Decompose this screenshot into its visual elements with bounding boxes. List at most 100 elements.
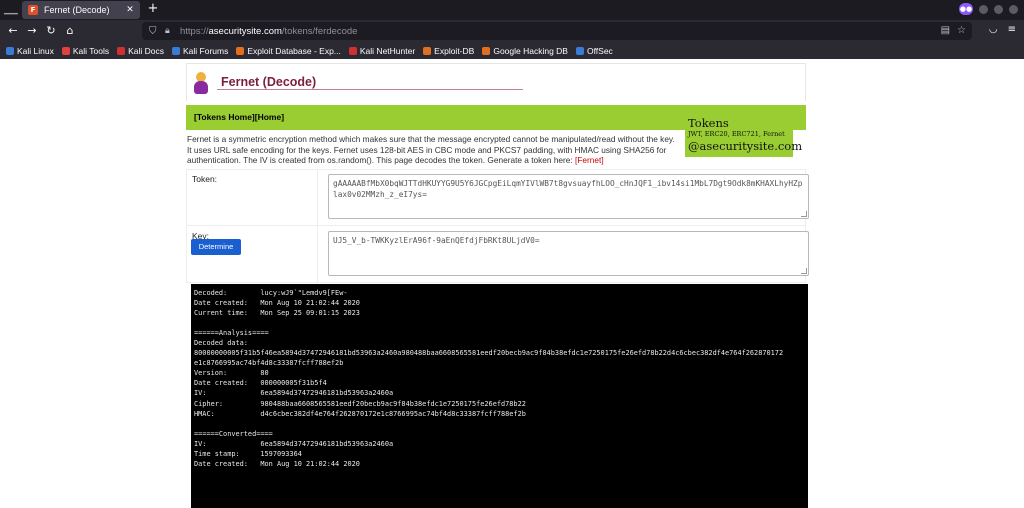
output-line: IV: 6ea5894d37472946181bd53963a2460a: [194, 389, 394, 398]
page-container: Fernet (Decode) [Tokens Home][Home] Toke…: [186, 63, 809, 508]
bookmark-label: Exploit Database - Exp...: [247, 45, 341, 56]
determine-button[interactable]: Determine: [191, 239, 241, 255]
bookmark-item[interactable]: Kali Forums: [172, 46, 228, 56]
tab-active[interactable]: F Fernet (Decode) ✕: [22, 1, 140, 19]
form-row-divider: [187, 225, 805, 226]
bookmark-item[interactable]: Google Hacking DB: [482, 46, 568, 56]
page-header: Fernet (Decode): [186, 63, 806, 101]
decode-form: Token: gAAAAABfMbX0bqWJTTdHKUYYG9U5Y6JGC…: [186, 169, 809, 283]
new-tab-icon[interactable]: +: [146, 2, 160, 16]
output-line: Time stamp: 1597093364: [194, 449, 302, 458]
bookmark-item[interactable]: Kali Docs: [117, 46, 164, 56]
bookmark-favicon-icon: [423, 46, 432, 55]
navigation-bar: ← → ↻ ⌂ ⛉ 🔒︎ https://asecuritysite.com/t…: [0, 20, 1024, 42]
title-underline: [217, 89, 523, 90]
resize-handle-icon[interactable]: [801, 211, 807, 217]
output-line: ======Analysis====: [194, 329, 269, 338]
bookmark-label: Kali Docs: [128, 45, 164, 56]
bookmark-item[interactable]: Exploit-DB: [423, 46, 474, 56]
bookmark-label: Exploit-DB: [434, 45, 475, 56]
output-panel: Decoded: lucy:wJ9`"Lemdv9[FEw- Date creat…: [191, 284, 808, 508]
fernet-link[interactable]: [Fernet]: [575, 155, 604, 165]
token-value: gAAAAABfMbX0bqWJTTdHKUYYG9U5Y6JGCpgEiLqm…: [333, 179, 803, 199]
bookmark-label: Kali Tools: [72, 45, 110, 56]
bookmark-favicon-icon: [6, 46, 14, 55]
window-controls: ●●: [959, 3, 1018, 15]
bookmark-item[interactable]: Exploit Database - Exp...: [236, 46, 341, 56]
bookmark-favicon-icon: [482, 46, 491, 55]
page-content: Fernet (Decode) [Tokens Home][Home] Toke…: [0, 59, 1024, 508]
bookmark-label: Kali NetHunter: [359, 45, 416, 56]
url-bar[interactable]: ⛉ 🔒︎ https://asecuritysite.com/tokens/fe…: [142, 22, 972, 40]
url-prefix: https://: [180, 25, 209, 37]
output-line: 80000000005f31b5f46ea5894d37472946181bd5…: [194, 349, 784, 358]
close-tab-icon[interactable]: ✕: [124, 5, 136, 15]
menu-icon[interactable]: ≡: [1008, 24, 1016, 35]
minimize-button[interactable]: [979, 4, 988, 14]
maximize-button[interactable]: [994, 4, 1003, 14]
output-line: ======Converted====: [194, 429, 273, 438]
tokens-badge[interactable]: Tokens JWT, ERC20, ERC721, Fernet @asecu…: [685, 115, 802, 157]
nav-links[interactable]: [Tokens Home][Home]: [194, 112, 284, 122]
token-label: Token:: [192, 174, 218, 184]
bookmark-favicon-icon: [61, 46, 70, 55]
tokens-badge-site: @asecuritysite.com: [688, 139, 803, 153]
forward-icon[interactable]: →: [25, 24, 39, 38]
bookmark-label: Google Hacking DB: [493, 45, 568, 56]
bookmark-label: Kali Forums: [183, 45, 229, 56]
key-textarea[interactable]: UJ5_V_b-TWKKyzlErA96f-9aEnQEfdjFbRKt8ULj…: [328, 231, 809, 276]
tab-bar: ▁▁ F Fernet (Decode) ✕ + ●●: [0, 0, 1024, 20]
bookmark-favicon-icon: [575, 46, 584, 55]
back-icon[interactable]: ←: [6, 24, 20, 38]
output-line: Decoded data:: [194, 339, 248, 348]
bookmark-item[interactable]: Kali Tools: [61, 45, 110, 56]
bookmark-label: OffSec: [586, 45, 613, 56]
form-column-divider: [317, 170, 318, 282]
bookmark-favicon-icon: [172, 46, 180, 55]
output-line: IV: 6ea5894d37472946181bd53963a2460a: [194, 439, 394, 448]
bookmark-star-icon[interactable]: ☆: [957, 25, 966, 36]
output-line: Cipher: 980488baa6608565581eedf20becb9ac…: [194, 399, 526, 408]
output-line: Date created: Mon Aug 10 21:02:44 2020: [194, 459, 360, 468]
output-line: Decoded: lucy:wJ9`"Lemdv9[FEw-: [194, 289, 348, 297]
bookmark-favicon-icon: [117, 46, 126, 55]
bookmark-favicon-icon: [236, 46, 245, 55]
tokens-badge-subtitle: JWT, ERC20, ERC721, Fernet: [688, 130, 785, 138]
url-text[interactable]: https://asecuritysite.com/tokens/ferdeco…: [180, 26, 357, 37]
page-title: Fernet (Decode): [221, 75, 317, 89]
key-value: UJ5_V_b-TWKKyzlErA96f-9aEnQEfdjFbRKt8ULj…: [333, 236, 540, 245]
output-line: Current time: Mon Sep 25 09:01:15 2023: [194, 309, 360, 318]
reload-icon[interactable]: ↻: [44, 24, 58, 38]
tab-title: Fernet (Decode): [44, 5, 110, 15]
reader-view-icon[interactable]: ▤: [941, 25, 950, 36]
output-line: Version: 80: [194, 369, 269, 378]
bookmarks-toolbar: Kali Linux Kali Tools Kali Docs Kali Forums…: [0, 42, 1024, 59]
bookmark-item[interactable]: OffSec: [575, 45, 613, 56]
home-icon[interactable]: ⌂: [63, 24, 77, 38]
pocket-icon[interactable]: ◡: [989, 24, 998, 35]
site-logo-icon[interactable]: [192, 72, 210, 94]
close-window-button[interactable]: [1009, 4, 1018, 14]
resize-handle-icon[interactable]: [801, 268, 807, 274]
site-favicon-icon: F: [28, 5, 38, 15]
token-textarea[interactable]: gAAAAABfMbX0bqWJTTdHKUYYG9U5Y6JGCpgEiLqm…: [328, 174, 809, 219]
bookmark-favicon-icon: [348, 46, 357, 55]
output-line: HMAC: d4c6cbec382df4e764f262870172e1c876…: [194, 409, 526, 418]
output-line: e1c8766995ac74bf4d8c33387fcff788ef2b: [194, 359, 344, 368]
description: Fernet is a symmetric encryption method …: [187, 134, 677, 166]
url-bar-actions: ▤ ☆: [941, 25, 966, 36]
bookmark-item[interactable]: Kali NetHunter: [348, 45, 416, 56]
output-line: Date created: 000000005f31b5f4: [194, 379, 327, 388]
tracking-protection-shield-icon[interactable]: ⛉: [149, 26, 159, 37]
tokens-badge-title: Tokens: [688, 116, 729, 130]
output-line: Date created: Mon Aug 10 21:02:44 2020: [194, 299, 360, 308]
bookmark-label: Kali Linux: [17, 45, 54, 56]
bookmark-item[interactable]: Kali Linux: [6, 46, 54, 56]
url-path: /tokens/ferdecode: [281, 25, 358, 37]
toolbar-actions: ◡ ≡: [989, 24, 1016, 35]
url-host: asecuritysite.com: [208, 25, 282, 37]
tab-list-icon[interactable]: ▁▁: [4, 5, 18, 15]
lock-icon[interactable]: 🔒︎: [165, 26, 175, 37]
